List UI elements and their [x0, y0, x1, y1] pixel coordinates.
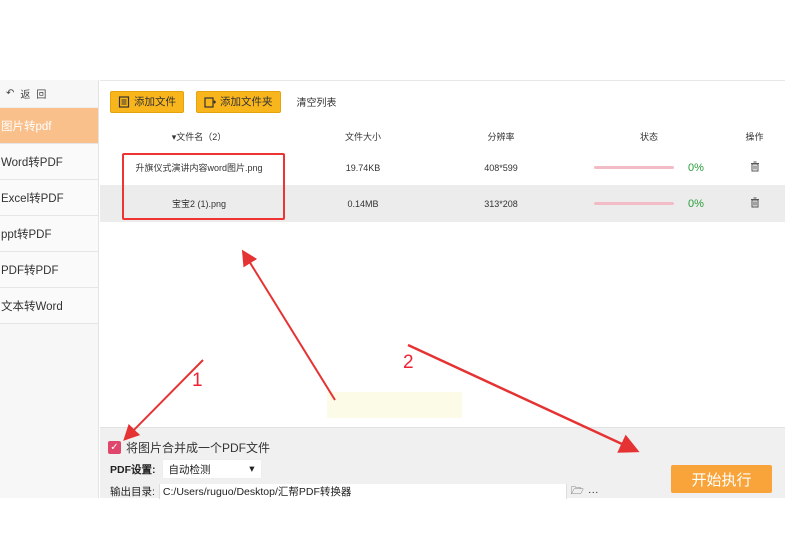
arrow-up — [241, 249, 336, 401]
step-number-1: 1 — [192, 370, 203, 391]
arrow-2 — [407, 343, 640, 453]
annotation-arrows — [123, 249, 640, 453]
step-number-2: 2 — [403, 352, 414, 373]
app-window: ↶ 返 回 图片转pdf Word转PDF Excel转PDF ppt转PDF … — [0, 0, 785, 551]
